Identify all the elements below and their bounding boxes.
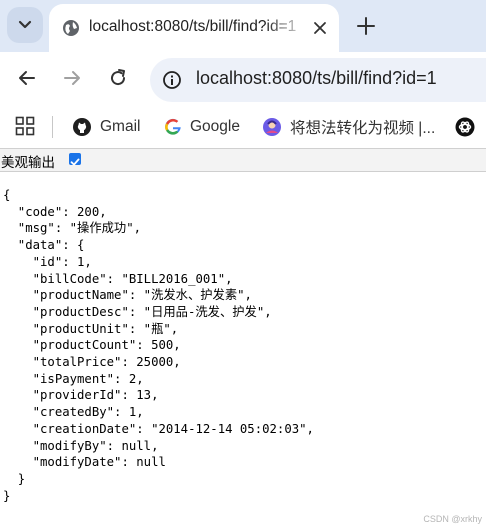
json-line: "creationDate": "2014-12-14 05:02:03", [3, 421, 314, 436]
reload-icon[interactable] [106, 66, 130, 90]
json-line: { [3, 188, 11, 202]
json-line: "productName": "洗发水、护发素", [3, 288, 252, 303]
bookmark-label: 将想法转化为视频 |... [290, 120, 436, 137]
json-line: "productUnit": "瓶", [3, 321, 179, 336]
checkmark-icon [70, 158, 80, 166]
bookmarks-bar: Gmail Google 将想法转化为视频 |... [0, 108, 486, 148]
back-arrow-icon[interactable] [15, 66, 39, 90]
openai-icon [455, 117, 475, 137]
json-line: "data": { [3, 238, 85, 253]
pretty-print-checkbox[interactable] [69, 153, 81, 166]
json-line: } [3, 471, 26, 486]
pretty-print-label: 美观输出 [1, 155, 55, 171]
bookmark-label: Gmail [100, 118, 141, 135]
bookmark-separator [52, 116, 53, 138]
ai-avatar-icon [263, 118, 281, 136]
plus-icon[interactable] [355, 15, 377, 37]
json-line: "modifyBy": null, [3, 438, 159, 453]
json-line: "id": 1, [3, 254, 92, 269]
json-line: "isPayment": 2, [3, 371, 144, 386]
bookmark-google[interactable]: Google [164, 114, 240, 140]
google-icon [165, 118, 181, 135]
globe-icon [63, 20, 79, 36]
pretty-print-bar: 美观输出 [0, 149, 486, 172]
github-icon [73, 118, 91, 136]
bookmark-label: Google [190, 118, 240, 135]
json-line: "createdBy": 1, [3, 405, 144, 420]
apps-grid-icon[interactable] [15, 116, 35, 136]
json-line: "providerId": 13, [3, 388, 159, 403]
json-line: "msg": "操作成功", [3, 221, 142, 236]
json-line: "productCount": 500, [3, 338, 181, 353]
json-line: "billCode": "BILL2016_001", [3, 271, 233, 286]
json-line: "modifyDate": null [3, 455, 166, 470]
tab-strip: localhost:8080/ts/bill/find?id=1 [0, 0, 486, 52]
forward-arrow-icon[interactable] [60, 66, 84, 90]
watermark: CSDN @xrkhy [423, 514, 482, 524]
json-line: } [3, 488, 11, 503]
bookmark-video-ai[interactable]: 将想法转化为视频 |... [262, 114, 435, 140]
info-icon[interactable] [162, 70, 182, 90]
address-bar[interactable]: localhost:8080/ts/bill/find?id=1 [150, 58, 486, 102]
bookmark-openai[interactable] [455, 114, 483, 140]
json-line: "totalPrice": 25000, [3, 355, 181, 370]
json-line: "code": 200, [3, 204, 107, 219]
tab-title: localhost:8080/ts/bill/find?id=1 [89, 18, 297, 35]
bookmark-gmail[interactable]: Gmail [72, 114, 140, 140]
chevron-down-icon [18, 20, 32, 29]
json-response: { "code": 200, "msg": "操作成功", "data": { … [3, 187, 314, 504]
active-tab[interactable]: localhost:8080/ts/bill/find?id=1 [49, 4, 339, 52]
browser-toolbar: localhost:8080/ts/bill/find?id=1 [0, 52, 486, 108]
json-line: "productDesc": "日用品-洗发、护发", [3, 304, 272, 319]
close-icon[interactable] [311, 19, 329, 37]
address-url: localhost:8080/ts/bill/find?id=1 [196, 68, 437, 88]
tab-search-button[interactable] [7, 7, 43, 43]
